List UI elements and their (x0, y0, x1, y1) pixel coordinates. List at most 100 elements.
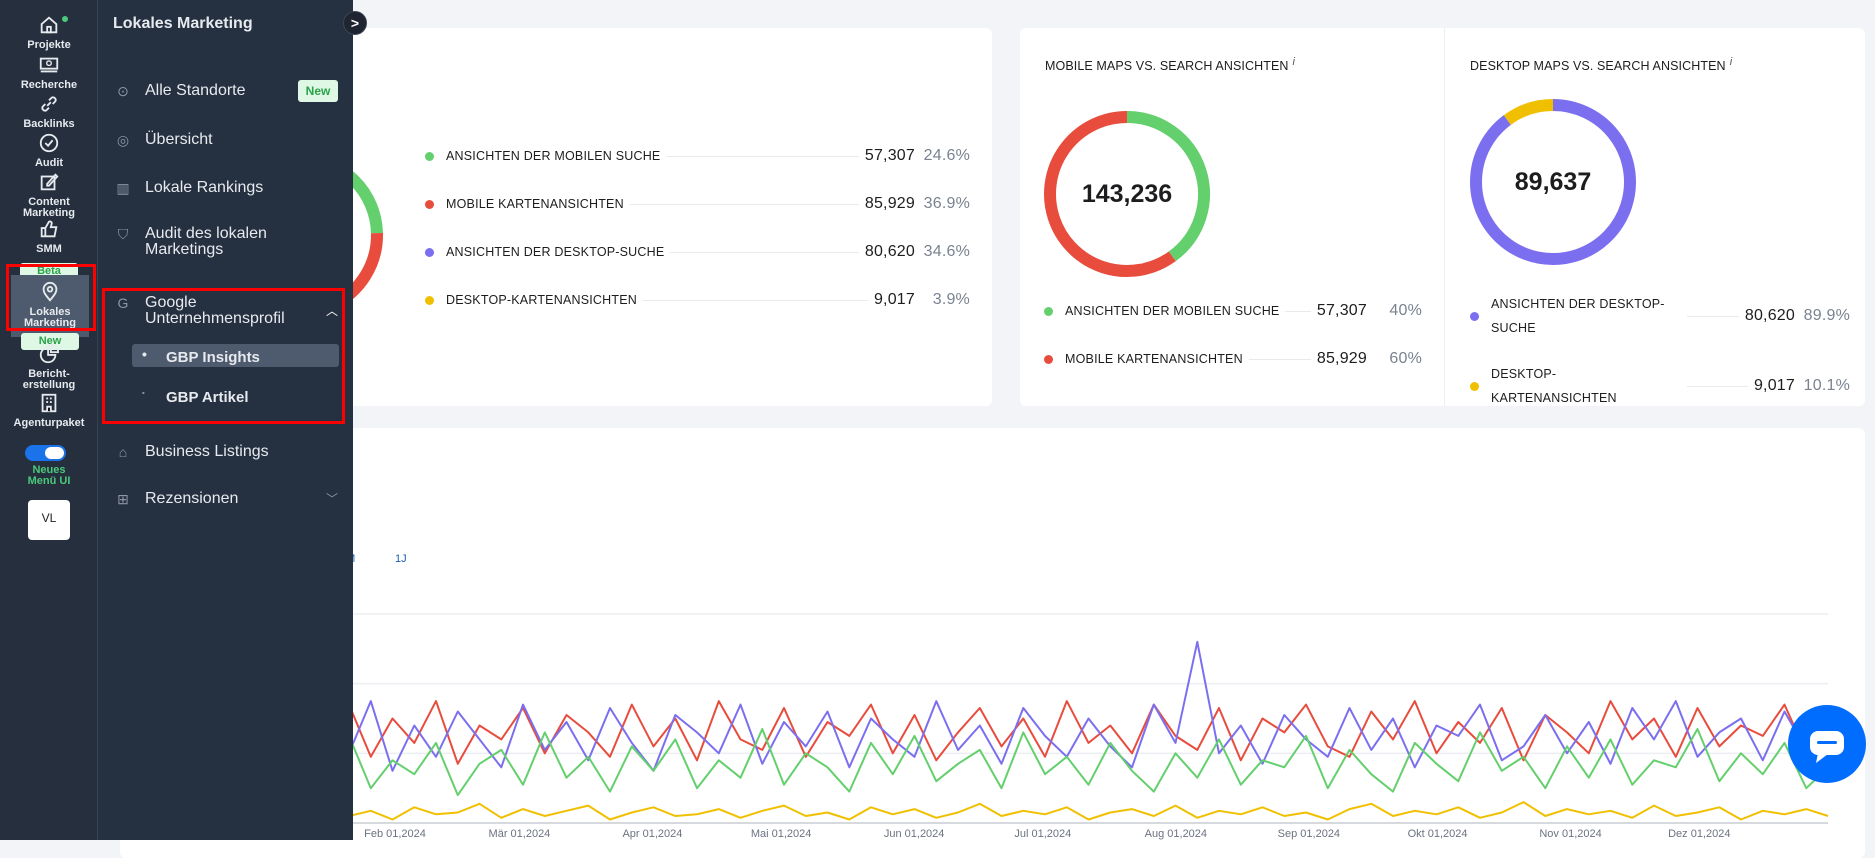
collapse-panel-button[interactable]: > (343, 11, 367, 35)
panel-title: Lokales Marketing (113, 15, 253, 32)
avatar[interactable]: VL (28, 500, 70, 540)
legend-label: MOBILE KARTENANSICHTEN (1065, 352, 1243, 366)
panel-item-location[interactable]: ⊙ Alle Standorte New (113, 80, 338, 102)
desktop-card-title: DESKTOP MAPS VS. SEARCH ANSICHTEN i (1470, 56, 1732, 73)
legend-dot (1470, 311, 1479, 321)
legend-percent: 36.9% (923, 195, 970, 212)
legend-dot (1470, 381, 1479, 391)
legend-dot (425, 199, 434, 209)
leader-line (629, 203, 859, 205)
home-icon (40, 16, 58, 34)
store-icon: ⌂ (118, 444, 128, 460)
chat-icon (1810, 731, 1844, 763)
x-tick-label: Feb 01,2024 (364, 828, 426, 840)
legend-item[interactable]: ANSICHTEN DER DESKTOP-SUCHE 80,620 89.9% (1470, 292, 1850, 340)
x-tick-label: Mär 01,2024 (488, 828, 551, 840)
link-icon (41, 96, 57, 112)
legend-percent: 3.9% (932, 291, 970, 308)
chat-button[interactable] (1788, 705, 1866, 783)
legend-dot (425, 295, 434, 305)
views-timeline-card (120, 428, 1865, 858)
x-tick-label: Jul 01,2024 (1014, 828, 1072, 840)
rail-item-home[interactable]: Projekte (0, 14, 98, 51)
x-tick-label: Mai 01,2024 (750, 828, 812, 840)
x-tick-label: Jun 01,2024 (883, 828, 945, 840)
x-tick-label: Apr 01,2024 (622, 828, 683, 840)
info-icon[interactable]: i (1730, 56, 1733, 68)
legend-percent: 40% (1389, 302, 1422, 319)
legend-dot (425, 151, 434, 161)
main-rail: Projekte Recherche Backlinks Audit Content M… (0, 0, 98, 840)
rail-item-check-circle[interactable]: Audit (0, 132, 98, 169)
panel-item-label: Business Listings (145, 443, 269, 460)
new-menu-toggle[interactable] (25, 445, 66, 461)
edit-icon (40, 173, 59, 191)
donut-segment[interactable] (1503, 99, 1554, 125)
bar-chart-icon: ▥ (116, 180, 130, 196)
panel-item-shield-check[interactable]: ⛉ Audit des lokalen Marketings (113, 226, 338, 258)
panel-item-label: Audit des lokalen Marketings (145, 225, 267, 258)
legend-label: ANSICHTEN DER MOBILEN SUCHE (1065, 304, 1280, 318)
legend-value: 80,620 (1744, 307, 1795, 324)
building-icon (41, 393, 57, 413)
legend-percent: 89.9% (1803, 307, 1850, 324)
panel-item-review[interactable]: ⊞ Rezensionen ﹀ (113, 491, 338, 508)
mobile-total: 143,236 (1081, 180, 1173, 208)
x-tick-label: Sep 01,2024 (1277, 828, 1341, 840)
period-button-1J[interactable]: 1J (395, 553, 407, 565)
legend-value: 9,017 (873, 291, 915, 308)
leader-line (1687, 385, 1748, 387)
check-circle-icon (39, 133, 59, 153)
pie-chart-icon (39, 343, 60, 364)
rail-item-link[interactable]: Backlinks (0, 93, 98, 130)
rail-item-label: Agenturpaket (13, 417, 85, 429)
toggle-label: Neues Menü UI (27, 464, 71, 487)
rail-item-label: Audit (34, 157, 64, 169)
panel-item-bar-chart[interactable]: ▥ Lokale Rankings (113, 179, 338, 197)
thumbs-up-icon (40, 220, 58, 238)
leader-line (666, 155, 859, 157)
leader-line (642, 299, 868, 301)
monitor-search-icon (39, 57, 59, 73)
rail-item-edit[interactable]: Content Marketing (0, 171, 98, 219)
panel-item-compass[interactable]: ◎ Übersicht (113, 132, 338, 149)
legend-value: 9,017 (1753, 377, 1795, 394)
legend-label: MOBILE KARTENANSICHTEN (446, 197, 624, 211)
rail-item-label: Backlinks (23, 118, 75, 130)
review-icon: ⊞ (117, 491, 129, 507)
legend-item[interactable]: ANSICHTEN DER MOBILEN SUCHE 57,307 24.6% (425, 147, 970, 165)
legend-percent: 60% (1389, 350, 1422, 367)
legend-label: ANSICHTEN DER DESKTOP-SUCHE (446, 245, 665, 259)
chevron-down-icon[interactable]: ﹀ (326, 491, 338, 507)
rail-item-label: Content Marketing (23, 196, 75, 219)
legend-item[interactable]: DESKTOP-KARTENANSICHTEN 9,017 10.1% (1470, 362, 1850, 410)
panel-item-store[interactable]: ⌂ Business Listings (113, 443, 338, 461)
info-icon[interactable]: i (1293, 56, 1296, 68)
mobile-title-text: MOBILE MAPS VS. SEARCH ANSICHTEN (1045, 59, 1289, 74)
rail-item-pie-chart[interactable]: Bericht-erstellung (0, 343, 98, 391)
legend-item[interactable]: MOBILE KARTENANSICHTEN 85,929 36.9% (425, 195, 970, 213)
highlight-box (6, 264, 96, 331)
legend-dot (1044, 306, 1053, 316)
legend-label: ANSICHTEN DER DESKTOP-SUCHE (1491, 297, 1665, 335)
legend-dot (1044, 354, 1053, 364)
legend-item[interactable]: ANSICHTEN DER DESKTOP-SUCHE 80,620 34.6% (425, 243, 970, 261)
legend-item[interactable]: DESKTOP-KARTENANSICHTEN 9,017 3.9% (425, 291, 970, 309)
rail-item-label: Bericht-erstellung (22, 368, 76, 391)
compass-icon: ◎ (116, 132, 130, 148)
projects-status-dot (62, 16, 68, 22)
legend-value: 57,307 (1316, 302, 1367, 319)
rail-item-label: Projekte (27, 39, 71, 51)
panel-item-label: Lokale Rankings (145, 179, 264, 196)
rail-item-monitor-search[interactable]: Recherche (0, 54, 98, 91)
panel-item-label: Alle Standorte (145, 82, 246, 99)
desktop-title-text: DESKTOP MAPS VS. SEARCH ANSICHTEN (1470, 59, 1726, 74)
x-tick-label: Okt 01,2024 (1407, 828, 1468, 840)
legend-item[interactable]: MOBILE KARTENANSICHTEN 85,929 60% (1044, 350, 1422, 368)
legend-value: 57,307 (864, 147, 915, 164)
legend-label: DESKTOP-KARTENANSICHTEN (446, 293, 637, 307)
legend-item[interactable]: ANSICHTEN DER MOBILEN SUCHE 57,307 40% (1044, 302, 1422, 320)
legend-percent: 34.6% (923, 243, 970, 260)
new-badge: New (298, 80, 338, 102)
rail-item-building[interactable]: Agenturpaket (0, 392, 98, 429)
